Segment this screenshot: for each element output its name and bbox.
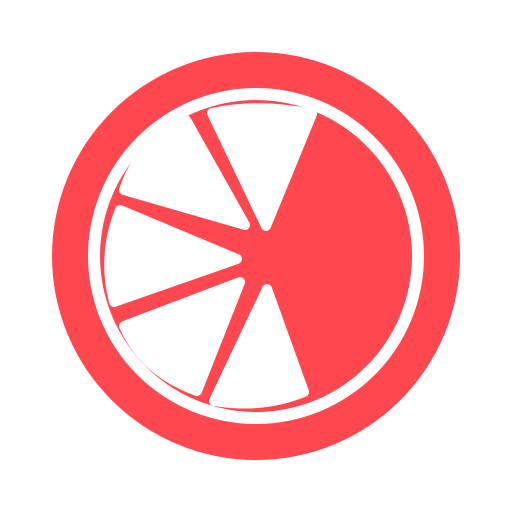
citrus-slice-icon (52, 52, 460, 460)
app-icon-canvas (0, 0, 512, 512)
